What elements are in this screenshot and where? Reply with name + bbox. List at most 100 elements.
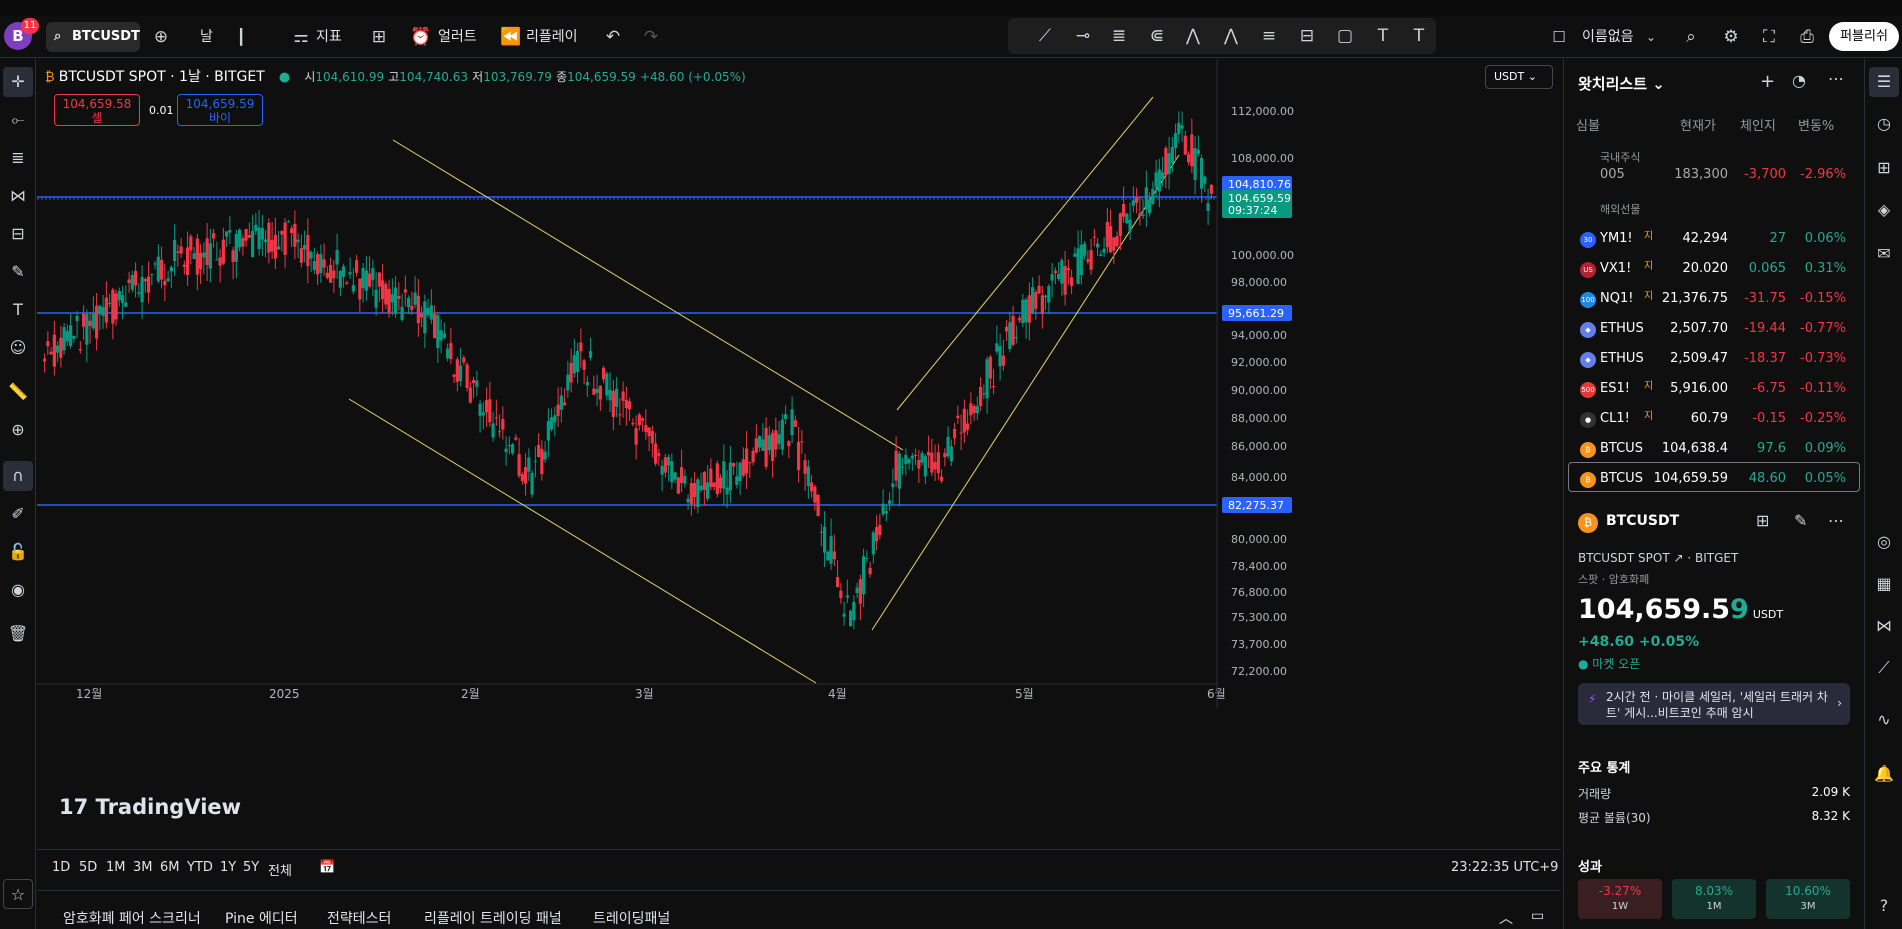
pattern-tool-icon[interactable]: ⋈ [3,181,33,211]
range-5d[interactable]: 5D [79,860,97,875]
symbol-search-button[interactable]: ⌕ BTCUSDT [46,22,140,52]
watchlist-row[interactable]: ● CL1! 지 60.79 -0.15 -0.25% [1568,404,1858,434]
sell-button[interactable]: 104,659.58 셀 [54,94,140,126]
tab-trading-panel[interactable]: 트레이딩패널 [593,908,670,928]
chevron-down-icon[interactable]: ⌄ [1636,22,1666,52]
abcd-icon[interactable]: ⋀ [1216,21,1246,51]
candlestick-chart[interactable]: 112,000.00 108,000.00 100,000.00 98,000.00 9… [37,59,1561,849]
buy-button[interactable]: 104,659.59 바이 [177,94,263,126]
tab-screener[interactable]: 암호화폐 페어 스크리너 [63,908,201,928]
tab-replay-trading[interactable]: 리플레이 트레이딩 패널 [424,908,562,928]
alerts-clock-icon[interactable]: ◷ [1869,109,1899,139]
network-icon[interactable]: ⋈ [1869,611,1899,641]
text-tool-icon[interactable]: T [3,295,33,325]
trend-line-tool-icon[interactable]: ⟜ [3,105,33,135]
object-tree-icon[interactable]: ⊞ [1869,153,1899,183]
ruler-icon[interactable]: 📏 [3,377,33,407]
lock-icon[interactable]: 🔓 [3,537,33,567]
range-1y[interactable]: 1Y [220,860,236,875]
edit-icon[interactable]: ✎ [1794,511,1807,530]
settings-icon[interactable]: ⚙ [1716,22,1746,52]
compass-icon[interactable]: ◎ [1869,527,1899,557]
more-icon[interactable]: ⋯ [1828,511,1844,530]
range-5y[interactable]: 5Y [243,860,259,875]
goto-date-icon[interactable]: 📅 [319,860,335,875]
replay-icon[interactable]: ⏪ [496,22,526,52]
camera-icon[interactable]: ⎙ [1792,22,1822,52]
chart-area[interactable]: 112,000.00 108,000.00 100,000.00 98,000.00 9… [37,59,1561,849]
prediction-tool-icon[interactable]: ⊟ [3,219,33,249]
range-1d[interactable]: 1D [52,860,70,875]
watchlist-row[interactable]: 500 ES1! 지 5,916.00 -6.75 -0.11% [1568,374,1858,404]
parallel-channel-icon[interactable]: ≣ [1104,21,1134,51]
magnet-icon[interactable]: ∩ [3,461,33,491]
favorites-star-icon[interactable]: ☆ [3,879,33,909]
range-3m[interactable]: 3M [133,860,153,875]
news-card[interactable]: ⚡ 2시간 전 · 마이클 세일러, '세일러 트래커 차트' 게시...비트코… [1578,683,1850,725]
crosshair-icon[interactable]: ✛ [3,67,33,97]
tab-strategy-tester[interactable]: 전략테스터 [327,908,391,928]
replay-button[interactable]: 리플레이 [526,22,578,52]
layout-name[interactable]: 이름없음 [1582,22,1634,52]
avatar[interactable]: B 11 [4,18,39,50]
chart-type-icon[interactable]: ⚎ [286,22,316,52]
clock[interactable]: 23:22:35 UTC+9 [1451,860,1558,875]
range-all[interactable]: 전체 [268,860,292,879]
range-6m[interactable]: 6M [160,860,180,875]
watchlist-icon[interactable]: ☰ [1869,67,1899,97]
perf-1m[interactable]: 8.03% 1M [1672,879,1756,919]
position-icon[interactable]: ⊟ [1292,21,1322,51]
quick-search-icon[interactable]: ⌕ [1676,22,1706,52]
layers-icon[interactable]: ◈ [1869,195,1899,225]
horizontal-ray-icon[interactable]: ⊸ [1068,21,1098,51]
compare-plus-icon[interactable]: ⊕ [146,22,176,52]
advanced-view-icon[interactable]: ◔ [1792,71,1806,90]
details-sub[interactable]: BTCUSDT SPOT ↗ · BITGET [1578,551,1738,565]
interval-button[interactable]: 날 [200,22,213,52]
grid-icon[interactable]: ⊞ [1756,511,1769,530]
tab-pine-editor[interactable]: Pine 에디터 [225,908,298,928]
watchlist-row[interactable]: US VX1! 지 20.020 0.065 0.31% [1568,254,1858,284]
wave-icon[interactable]: ⋀ [1178,21,1208,51]
alerts-button[interactable]: 얼러트 [438,22,477,52]
emoji-icon[interactable]: ☺ [3,333,33,363]
layout-checkbox-icon[interactable]: ☐ [1544,22,1574,52]
calendar-icon[interactable]: ▦ [1869,569,1899,599]
alarm-icon[interactable]: ⏰ [406,22,436,52]
zoom-icon[interactable]: ⊕ [3,415,33,445]
collapse-icon[interactable]: ︿ [1499,908,1513,928]
layouts-icon[interactable]: ⊞ [364,22,394,52]
brush-icon[interactable]: ✎ [3,257,33,287]
watchlist-row[interactable]: ₿ BTCUSDT 104,659.59 48.60 0.05% [1568,464,1858,494]
eye-icon[interactable]: ◉ [3,575,33,605]
perf-1w[interactable]: -3.27% 1W [1578,879,1662,919]
range-1m[interactable]: 1M [106,860,126,875]
maximize-icon[interactable]: ▭ [1531,908,1544,924]
text-note-icon[interactable]: T [1404,21,1434,51]
trend-line-icon[interactable]: ⟋ [1030,21,1060,51]
more-icon[interactable]: ⋯ [1828,69,1844,88]
trash-icon[interactable]: 🗑 [3,619,33,649]
currency-select[interactable]: USDT ⌄ [1485,65,1553,89]
watchlist-row[interactable]: ◆ ETHUSD 2,509.47 -18.37 -0.73% [1568,344,1858,374]
help-icon[interactable]: ? [1869,891,1899,921]
legend-title[interactable]: BTCUSDT SPOT · 1날 · BITGET [59,69,265,85]
candles-icon[interactable]: ┃ [226,22,256,52]
watchlist-title[interactable]: 왓치리스트 ⌄ [1578,73,1665,94]
undo-icon[interactable]: ↶ [598,22,628,52]
rectangle-icon[interactable]: ▢ [1330,21,1360,51]
stay-drawing-icon[interactable]: ✐ [3,499,33,529]
publish-button[interactable]: 퍼블리쉬 [1829,22,1899,51]
col-symbol[interactable]: 심볼 [1576,115,1600,134]
chart-line-icon[interactable]: ⟋ [1869,653,1899,683]
pitchfork-icon[interactable]: ⋐ [1142,21,1172,51]
watchlist-row[interactable]: ◆ ETHUSD 2,507.70 -19.44 -0.77% [1568,314,1858,344]
watchlist-row[interactable]: ₿ BTCUSDT 104,638.4 97.6 0.09% [1568,434,1858,464]
add-symbol-icon[interactable]: + [1760,71,1775,92]
fib-tool-icon[interactable]: ≣ [3,143,33,173]
notification-bell-icon[interactable]: 🔔 [1869,759,1899,789]
indicators-button[interactable]: 지표 [316,22,342,52]
fib-icon[interactable]: ≡ [1254,21,1284,51]
list-item[interactable]: 005 183,300 -3,700 -2.96% [1568,163,1858,181]
watchlist-row[interactable]: 30 YM1! 지 42,294 27 0.06% [1568,224,1858,254]
